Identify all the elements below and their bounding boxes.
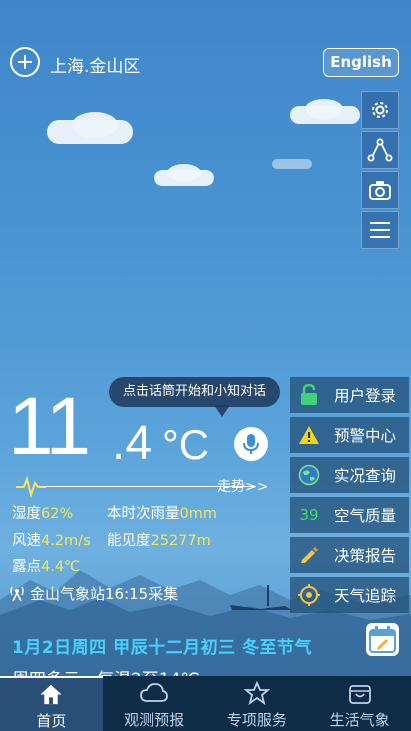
menu-label: 实况查询 (334, 467, 397, 485)
warning-icon (294, 420, 324, 450)
microphone-button[interactable] (234, 427, 268, 461)
menu-weather-tracking[interactable]: 天气追踪 (290, 577, 409, 613)
menu-warning-center[interactable]: 预警中心 (290, 417, 409, 453)
humidity-label: 湿度 (12, 506, 41, 522)
bottom-nav: 首页 观测预报 专项服务 生活气象 (0, 676, 411, 731)
nav-life-weather[interactable]: 生活气象 (308, 676, 411, 731)
add-city-button[interactable] (10, 47, 40, 77)
camera-button[interactable] (361, 171, 399, 209)
share-icon (367, 138, 393, 162)
cloud (272, 159, 312, 169)
bag-icon (348, 685, 371, 704)
nav-label: 观测预报 (124, 711, 185, 729)
visibility-value: 25277m (150, 533, 211, 549)
visibility-stat: 能见度25277m (107, 529, 211, 550)
voice-tip-tail (214, 405, 230, 417)
settings-icon (372, 102, 388, 118)
menu-label: 预警中心 (334, 427, 397, 445)
star-icon (243, 681, 270, 705)
wind-value: 4.2m/s (41, 533, 91, 549)
temperature-unit: °C (162, 421, 210, 468)
dew-value: 4.4℃ (41, 559, 81, 575)
home-icon (40, 684, 62, 705)
antenna-icon (10, 586, 24, 602)
dew-label: 露点 (12, 559, 41, 575)
rain-stat: 本时次雨量0mm (107, 502, 217, 523)
humidity-value: 62% (41, 506, 74, 522)
menu-user-login[interactable]: 用户登录 (290, 377, 409, 413)
rain-label: 本时次雨量 (107, 506, 180, 522)
menu-icon (370, 222, 390, 238)
nav-label: 首页 (36, 712, 67, 730)
station-info: 金山气象站16:15采集 (30, 583, 178, 604)
menu-label: 用户登录 (334, 387, 397, 405)
nav-home[interactable]: 首页 (0, 676, 103, 731)
voice-tip-bubble: 点击话筒开始和小知对话 (109, 377, 280, 407)
trend-link[interactable]: 走势>> (217, 476, 268, 496)
camera-icon (369, 181, 391, 200)
menu-air-quality[interactable]: 39 空气质量 (290, 497, 409, 533)
rain-value: 0mm (179, 506, 217, 522)
english-button[interactable]: English (323, 48, 399, 77)
menu-live-query[interactable]: 实况查询 (290, 457, 409, 493)
menu-button[interactable] (361, 211, 399, 249)
nav-label: 专项服务 (226, 711, 287, 729)
aqi-value: 39 (299, 506, 319, 524)
menu-decision-report[interactable]: 决策报告 (290, 537, 409, 573)
temperature-integer: 11 (8, 381, 91, 472)
target-icon (294, 580, 324, 610)
pulse-icon (16, 475, 46, 498)
visibility-label: 能见度 (107, 533, 151, 549)
humidity-stat: 湿度62% (12, 502, 73, 523)
temperature-decimal: .4 (112, 417, 153, 470)
wind-stat: 风速4.2m/s (12, 529, 91, 550)
cloud (72, 112, 118, 138)
cloud-icon (140, 683, 169, 702)
date-info: 1月2日周四 甲辰十二月初三 冬至节气 (12, 638, 312, 658)
globe-icon (294, 460, 324, 490)
aqi-badge: 39 (294, 500, 324, 530)
wind-label: 风速 (12, 533, 41, 549)
nav-observation-forecast[interactable]: 观测预报 (103, 676, 206, 731)
menu-label: 空气质量 (334, 507, 397, 525)
location-label[interactable]: 上海.金山区 (50, 52, 140, 77)
cloud (305, 99, 343, 119)
menu-label: 决策报告 (334, 547, 397, 565)
calendar-icon (369, 626, 396, 653)
calendar-button[interactable] (366, 623, 399, 656)
lock-icon (294, 380, 324, 410)
cloud (167, 164, 201, 182)
nav-special-service[interactable]: 专项服务 (206, 676, 309, 731)
settings-button[interactable] (361, 91, 399, 129)
dew-stat: 露点4.4℃ (12, 555, 80, 576)
pencil-icon (294, 540, 324, 570)
microphone-icon (243, 434, 259, 454)
menu-label: 天气追踪 (334, 587, 397, 605)
nav-label: 生活气象 (329, 711, 390, 729)
share-button[interactable] (361, 131, 399, 169)
station-text: 金山气象站16:15采集 (30, 585, 179, 603)
